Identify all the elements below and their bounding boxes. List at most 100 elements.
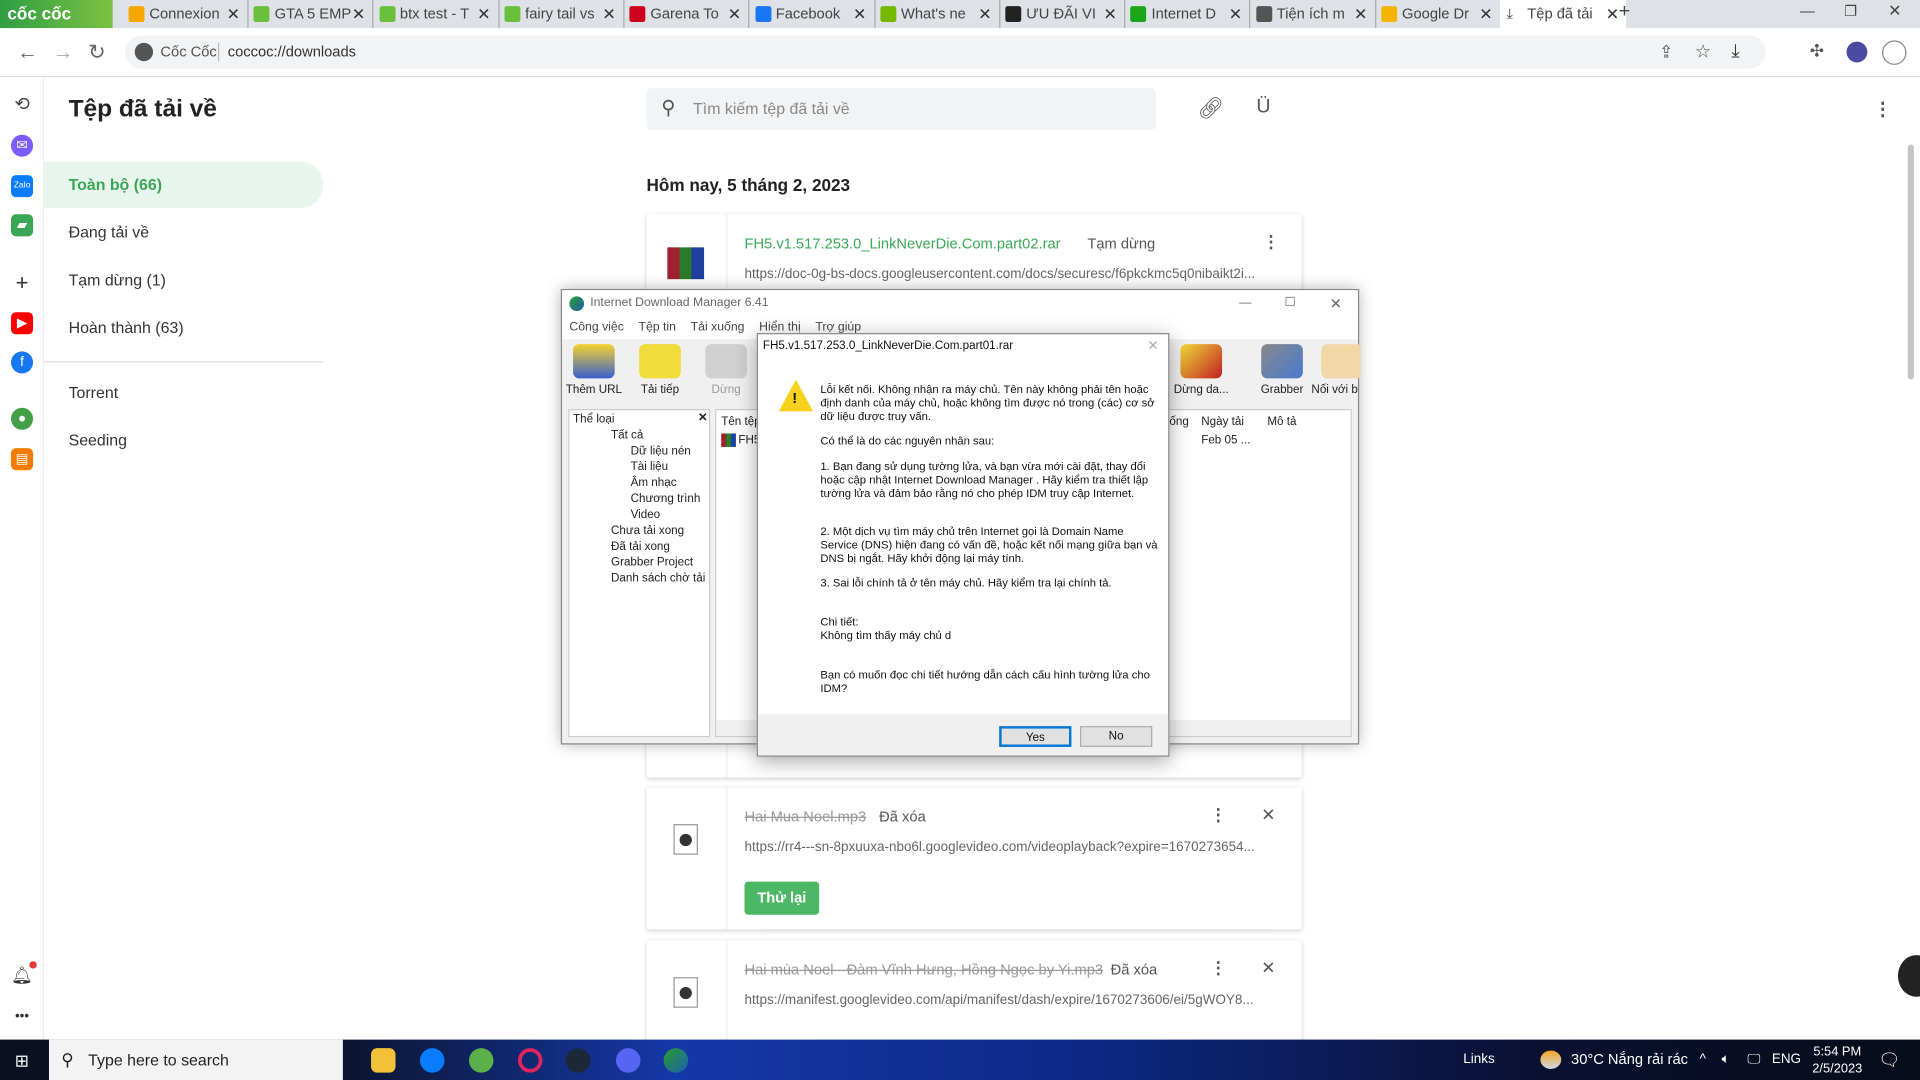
resume-button[interactable]: Tải tiếp [629,344,690,397]
tab-close-icon[interactable]: ✕ [1229,0,1242,28]
bookmark-star-icon[interactable]: ☆ [1695,40,1711,63]
page-menu-icon[interactable]: ⋮ [1873,98,1891,120]
browser-tab[interactable]: What's ne ✕ [874,0,1001,29]
page-scrollbar[interactable] [1907,144,1914,380]
messenger-icon[interactable]: ✉ [11,134,34,157]
file-name-link[interactable]: FH5.v1.517.253.0_LinkNeverDie.Com.part02… [744,235,1060,252]
download-url[interactable]: https://rr4---sn-8pxuuxa-nbo6l.googlevid… [744,840,1254,855]
zalo-icon[interactable] [420,1048,445,1073]
discord-icon[interactable] [615,1048,641,1073]
torrent-magnet-icon[interactable]: Ü [1256,97,1270,119]
browser-tab[interactable]: ⤓ Tệp đã tải ✕ [1500,0,1627,29]
shop-icon[interactable]: ▤ [11,448,34,471]
menu-tasks[interactable]: Công việc [569,321,623,334]
stop-queue-button[interactable]: Dừng da... [1171,344,1232,397]
more-options-icon[interactable]: ⋮ [1210,804,1227,825]
coccoc-logo[interactable]: cốc cốc [0,0,113,29]
browser-tab[interactable]: btx test - T ✕ [373,0,500,29]
column-date[interactable]: Ngày tải [1201,415,1244,428]
dialog-close-icon[interactable]: ✕ [1147,338,1158,354]
menu-downloads[interactable]: Tải xuống [691,321,745,334]
menu-avatar[interactable] [1882,40,1907,65]
browser-tab[interactable]: Google Dr ✕ [1375,0,1502,29]
tree-item-grabber[interactable]: Grabber Project [611,556,693,569]
window-restore-icon[interactable]: ❐ [1844,2,1857,19]
tree-item-music[interactable]: Âm nhạc [631,476,677,489]
tree-close-icon[interactable]: ✕ [698,411,708,424]
window-close-icon[interactable]: ✕ [1888,1,1901,21]
tab-close-icon[interactable]: ✕ [602,0,615,28]
clock[interactable]: 5:54 PM 2/5/2023 [1812,1043,1862,1077]
browser-tab[interactable]: Tiện ích m ✕ [1250,0,1376,29]
language-indicator[interactable]: ENG [1772,1040,1801,1080]
facebook-icon[interactable]: f [11,351,34,374]
side-panel-toggle[interactable] [1897,955,1920,997]
start-button[interactable]: ⊞ [15,1051,29,1072]
tree-item-finished[interactable]: Đã tải xong [611,540,670,553]
tab-close-icon[interactable]: ✕ [853,0,866,28]
download-url[interactable]: https://manifest.googlevideo.com/api/man… [744,993,1253,1008]
links-toolbar[interactable]: Links [1463,1040,1494,1080]
window-minimize-icon[interactable]: — [1800,2,1815,19]
network-icon[interactable]: 🖵︎ [1747,1040,1760,1080]
zalo-icon[interactable]: Zalo [11,175,34,198]
weather-text[interactable]: 30°C Nắng rải rác [1571,1040,1688,1080]
idm-taskbar-icon[interactable] [663,1048,689,1073]
tree-item-queues[interactable]: Danh sách chờ tải [611,572,705,585]
sidebar-item-paused[interactable]: Tạm dừng (1) [44,257,323,304]
more-options-icon[interactable]: ⋮ [1210,958,1227,979]
tab-close-icon[interactable]: ✕ [728,0,741,28]
download-url[interactable]: https://doc-0g-bs-docs.googleusercontent… [744,267,1255,282]
browser-tab[interactable]: Connexion ✕ [122,0,249,29]
browser-tab[interactable]: fairy tail vs ✕ [498,0,625,29]
new-tab-button[interactable]: + [1619,1,1630,23]
browser-tab[interactable]: Garena To ✕ [623,0,750,29]
tree-item-all[interactable]: Tất cả [611,429,643,442]
taskbar-search[interactable]: ⚲ Type here to search [48,1039,343,1080]
reload-icon[interactable]: ↻ [88,40,105,64]
volume-icon[interactable]: 🔈︎ [1722,1040,1730,1080]
column-file-name[interactable]: Tên tệp [721,415,760,428]
browser-tab[interactable]: GTA 5 EMP ✕ [248,0,374,29]
coccoc-icon[interactable] [468,1048,494,1073]
column-size[interactable]: ống [1169,415,1188,428]
tree-item-unfinished[interactable]: Chưa tải xong [611,524,684,537]
no-button[interactable]: No [1080,726,1153,747]
add-icon[interactable]: + [11,271,34,294]
tree-item-compressed[interactable]: Dữ liệu nén [631,444,691,457]
app-icon[interactable]: ● [11,407,34,430]
grabber-button[interactable]: Grabber [1251,344,1312,397]
opera-icon[interactable] [517,1048,543,1073]
back-icon[interactable]: ← [17,40,38,64]
more-options-icon[interactable]: ⋮ [1262,231,1279,252]
browser-tab[interactable]: Internet D ✕ [1125,0,1251,29]
youtube-icon[interactable]: ▶ [11,312,34,335]
idm-title-bar[interactable]: Internet Download Manager 6.41 — ☐ ✕ [562,290,1358,318]
tree-item-video[interactable]: Video [631,508,661,521]
tab-close-icon[interactable]: ✕ [352,0,365,28]
tab-close-icon[interactable]: ✕ [978,0,991,28]
column-description[interactable]: Mô tả [1267,415,1296,428]
tree-item-documents[interactable]: Tài liệu [631,460,669,473]
sidebar-item-all[interactable]: Toàn bộ (66) [44,161,324,209]
tray-overflow-icon[interactable]: ^ [1700,1040,1706,1080]
menu-file[interactable]: Tệp tin [639,321,676,334]
sidebar-item-downloading[interactable]: Đang tải về [44,209,323,256]
connect-button[interactable]: Nối với b [1311,344,1361,397]
search-input[interactable]: ⚲ Tìm kiếm tệp đã tải về [646,88,1156,130]
more-icon[interactable]: ••• [11,1005,34,1028]
action-center-icon[interactable]: 🗨︎ [1878,1040,1900,1080]
profile-avatar[interactable] [1846,41,1868,63]
file-explorer-icon[interactable] [371,1048,396,1073]
history-icon[interactable]: ⟲ [11,94,34,117]
address-input[interactable]: Cốc Cốc coccoc://downloads [124,35,1766,69]
minimize-button[interactable]: — [1239,290,1251,317]
maximize-button[interactable]: ☐ [1284,290,1295,317]
tab-close-icon[interactable]: ✕ [1479,0,1492,28]
yes-button[interactable]: Yes [999,726,1072,747]
browser-tab[interactable]: ƯU ĐÃI VI ✕ [999,0,1126,29]
stop-button[interactable]: Dừng [696,344,757,397]
sidebar-item-seeding[interactable]: Seeding [44,418,323,465]
sidebar-item-torrent[interactable]: Torrent [44,370,323,417]
tab-close-icon[interactable]: ✕ [227,0,240,28]
